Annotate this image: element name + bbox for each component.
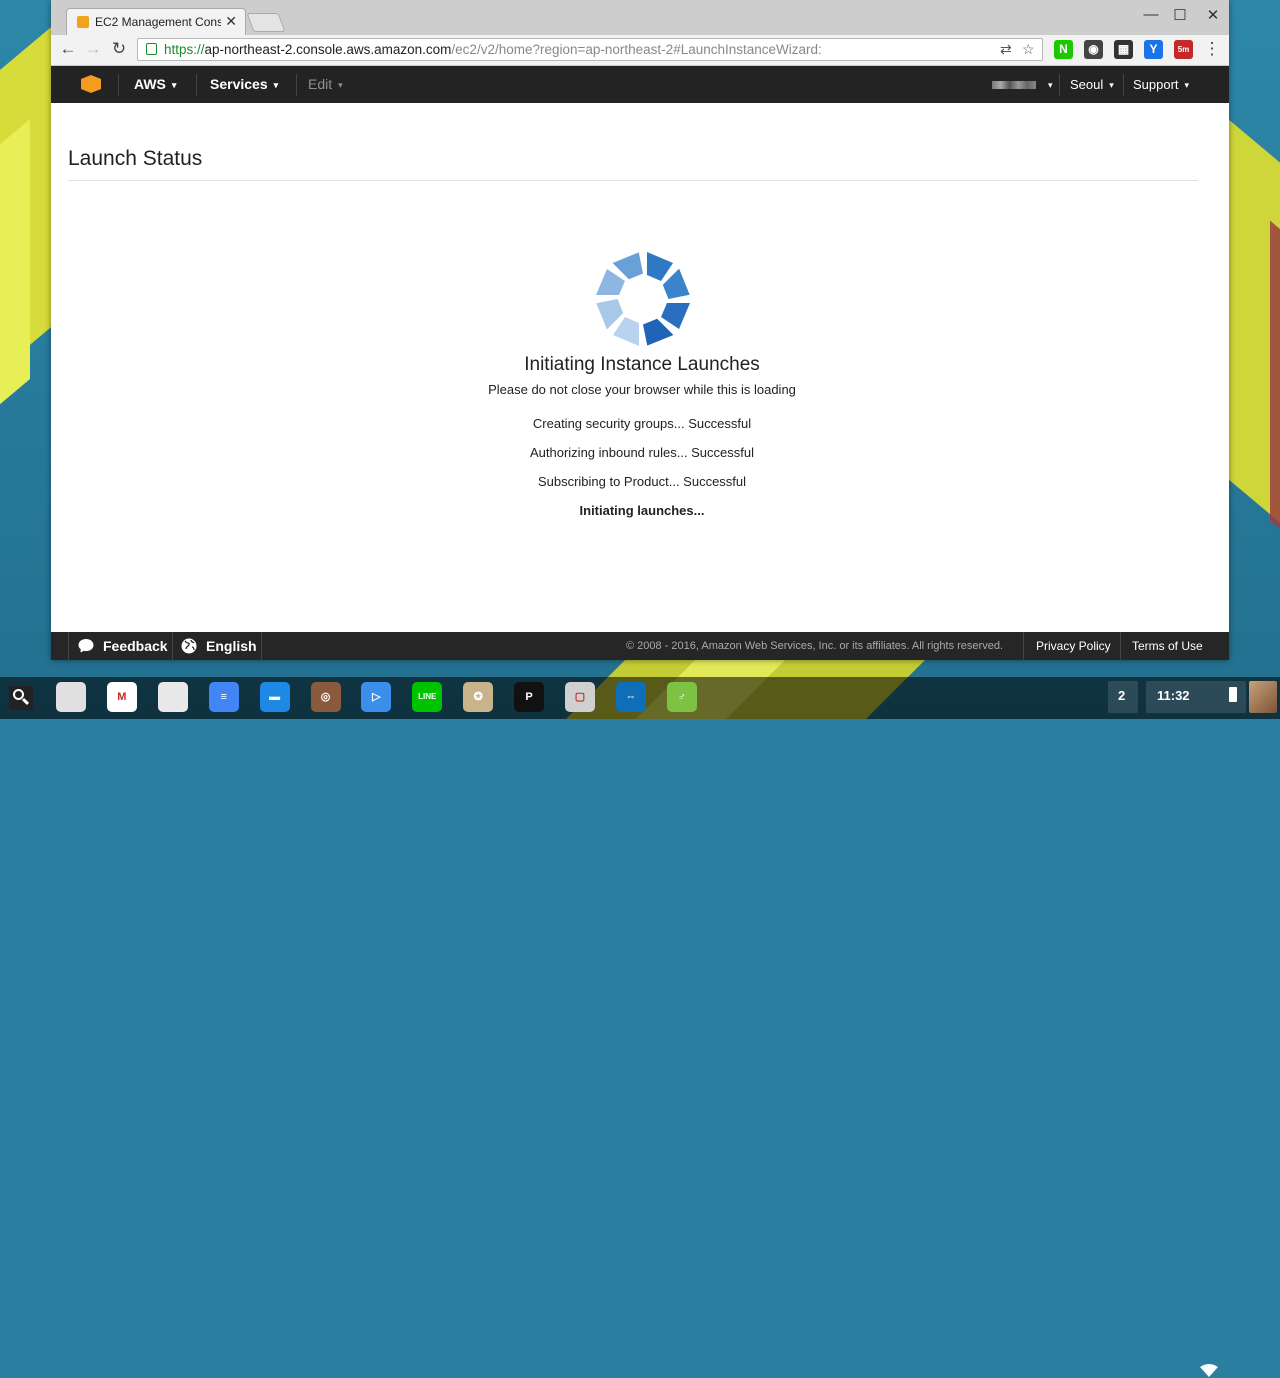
naver-icon[interactable]: N <box>1054 40 1073 59</box>
forward-icon[interactable]: → <box>82 39 104 59</box>
services-menu[interactable]: Services ▾ <box>210 76 278 92</box>
title-divider <box>68 180 1198 181</box>
aws-nav-bar: AWS ▾ Services ▾ Edit ▾ ▾ Seoul ▾ Support ▾ <box>51 66 1229 103</box>
launch-heading: Initiating Instance Launches <box>524 354 760 375</box>
chrome-icon[interactable] <box>56 682 86 712</box>
aws-menu[interactable]: AWS ▾ <box>134 76 176 92</box>
page-title: Launch Status <box>68 147 203 170</box>
files-icon[interactable]: ▬ <box>259 682 290 712</box>
launch-subheading: Please do not close your browser while t… <box>488 382 796 397</box>
film-icon[interactable]: ▦ <box>1114 40 1133 59</box>
minimize-icon[interactable]: — <box>1141 6 1161 23</box>
maximize-icon[interactable]: ☐ <box>1170 6 1190 24</box>
clock-time: 11:32 <box>1157 688 1190 703</box>
launcher-search-button[interactable] <box>9 686 33 710</box>
tab-close-icon[interactable]: ✕ <box>225 13 237 30</box>
teamviewer-icon[interactable]: ⇔ <box>615 682 646 712</box>
seal-app-icon[interactable]: ✪ <box>463 682 494 712</box>
url-text: https://ap-northeast-2.console.aws.amazo… <box>164 42 822 57</box>
chrome-menu-icon[interactable]: ⋮ <box>1201 39 1223 59</box>
account-name-redacted[interactable] <box>992 81 1036 89</box>
terms-of-use-link[interactable]: Terms of Use <box>1132 639 1203 653</box>
line-icon[interactable]: LINE <box>412 682 443 712</box>
tab-strip: EC2 Management Console ✕ — ☐ ✕ <box>51 0 1229 35</box>
chat-app-icon[interactable]: P <box>514 682 545 712</box>
chromeos-shelf: M ≡ ▬ ◎ ▷ LINE ✪ P ▢ ⇔ ♂ 2 11:32 <box>0 677 1280 1377</box>
chrome-app-icon[interactable] <box>157 682 188 712</box>
edit-menu[interactable]: Edit ▾ <box>308 76 343 92</box>
new-tab-button[interactable] <box>246 13 286 32</box>
step-initiating-launches: Initiating launches... <box>579 503 705 518</box>
window-count: 2 <box>1118 688 1126 703</box>
step-security-groups: Creating security groups... Successful <box>532 416 752 431</box>
wifi-icon <box>1200 1364 1218 1377</box>
instagram-icon[interactable]: ◎ <box>310 682 341 712</box>
account-caret-icon[interactable]: ▾ <box>1042 77 1053 92</box>
user-avatar[interactable] <box>1249 681 1277 713</box>
copyright-text: © 2008 - 2016, Amazon Web Services, Inc.… <box>626 640 1003 652</box>
language-selector[interactable]: English <box>206 638 257 654</box>
feedback-button[interactable]: Feedback <box>103 638 168 654</box>
lock-icon <box>146 43 157 55</box>
window-close-icon[interactable]: ✕ <box>1203 6 1223 24</box>
aws-favicon-icon <box>77 16 89 28</box>
incognito-icon[interactable]: ◉ <box>1084 40 1103 59</box>
gmail-icon[interactable]: M <box>106 682 137 712</box>
browser-toolbar: ← → ↻ https://ap-northeast-2.console.aws… <box>51 35 1229 66</box>
region-menu[interactable]: Seoul ▾ <box>1070 77 1114 92</box>
feedback-bubble-icon <box>78 639 94 653</box>
y-extension-icon[interactable]: Y <box>1144 40 1163 59</box>
privacy-policy-link[interactable]: Privacy Policy <box>1036 639 1111 653</box>
step-inbound-rules: Authorizing inbound rules... Successful <box>529 445 754 460</box>
reload-icon[interactable]: ↻ <box>108 39 130 59</box>
tab-title: EC2 Management Console <box>95 15 221 29</box>
globe-icon <box>181 638 197 654</box>
address-bar[interactable]: https://ap-northeast-2.console.aws.amazo… <box>137 38 1043 61</box>
play-movies-icon[interactable]: ▷ <box>361 682 392 712</box>
console-footer: Feedback English © 2008 - 2016, Amazon W… <box>51 632 1229 660</box>
timer-icon[interactable]: 5m <box>1174 40 1193 59</box>
step-subscribing: Subscribing to Product... Successful <box>537 474 747 489</box>
tab-ec2-console[interactable]: EC2 Management Console ✕ <box>66 8 246 35</box>
aws-cube-logo-icon[interactable] <box>81 75 101 93</box>
back-icon[interactable]: ← <box>57 39 79 59</box>
green-app-icon[interactable]: ♂ <box>666 682 697 712</box>
battery-icon <box>1229 687 1237 702</box>
main-content: Launch Status Initiating Instance Launch… <box>51 103 1229 632</box>
support-menu[interactable]: Support ▾ <box>1133 77 1189 92</box>
bookmark-star-icon[interactable]: ☆ <box>1022 41 1035 58</box>
windows-app-icon[interactable]: ▢ <box>565 682 595 712</box>
loading-spinner-icon <box>596 252 690 346</box>
browser-window: EC2 Management Console ✕ — ☐ ✕ ← → ↻ htt… <box>51 0 1229 660</box>
docs-icon[interactable]: ≡ <box>208 682 239 712</box>
translate-icon[interactable]: ⇄ <box>1000 41 1012 58</box>
